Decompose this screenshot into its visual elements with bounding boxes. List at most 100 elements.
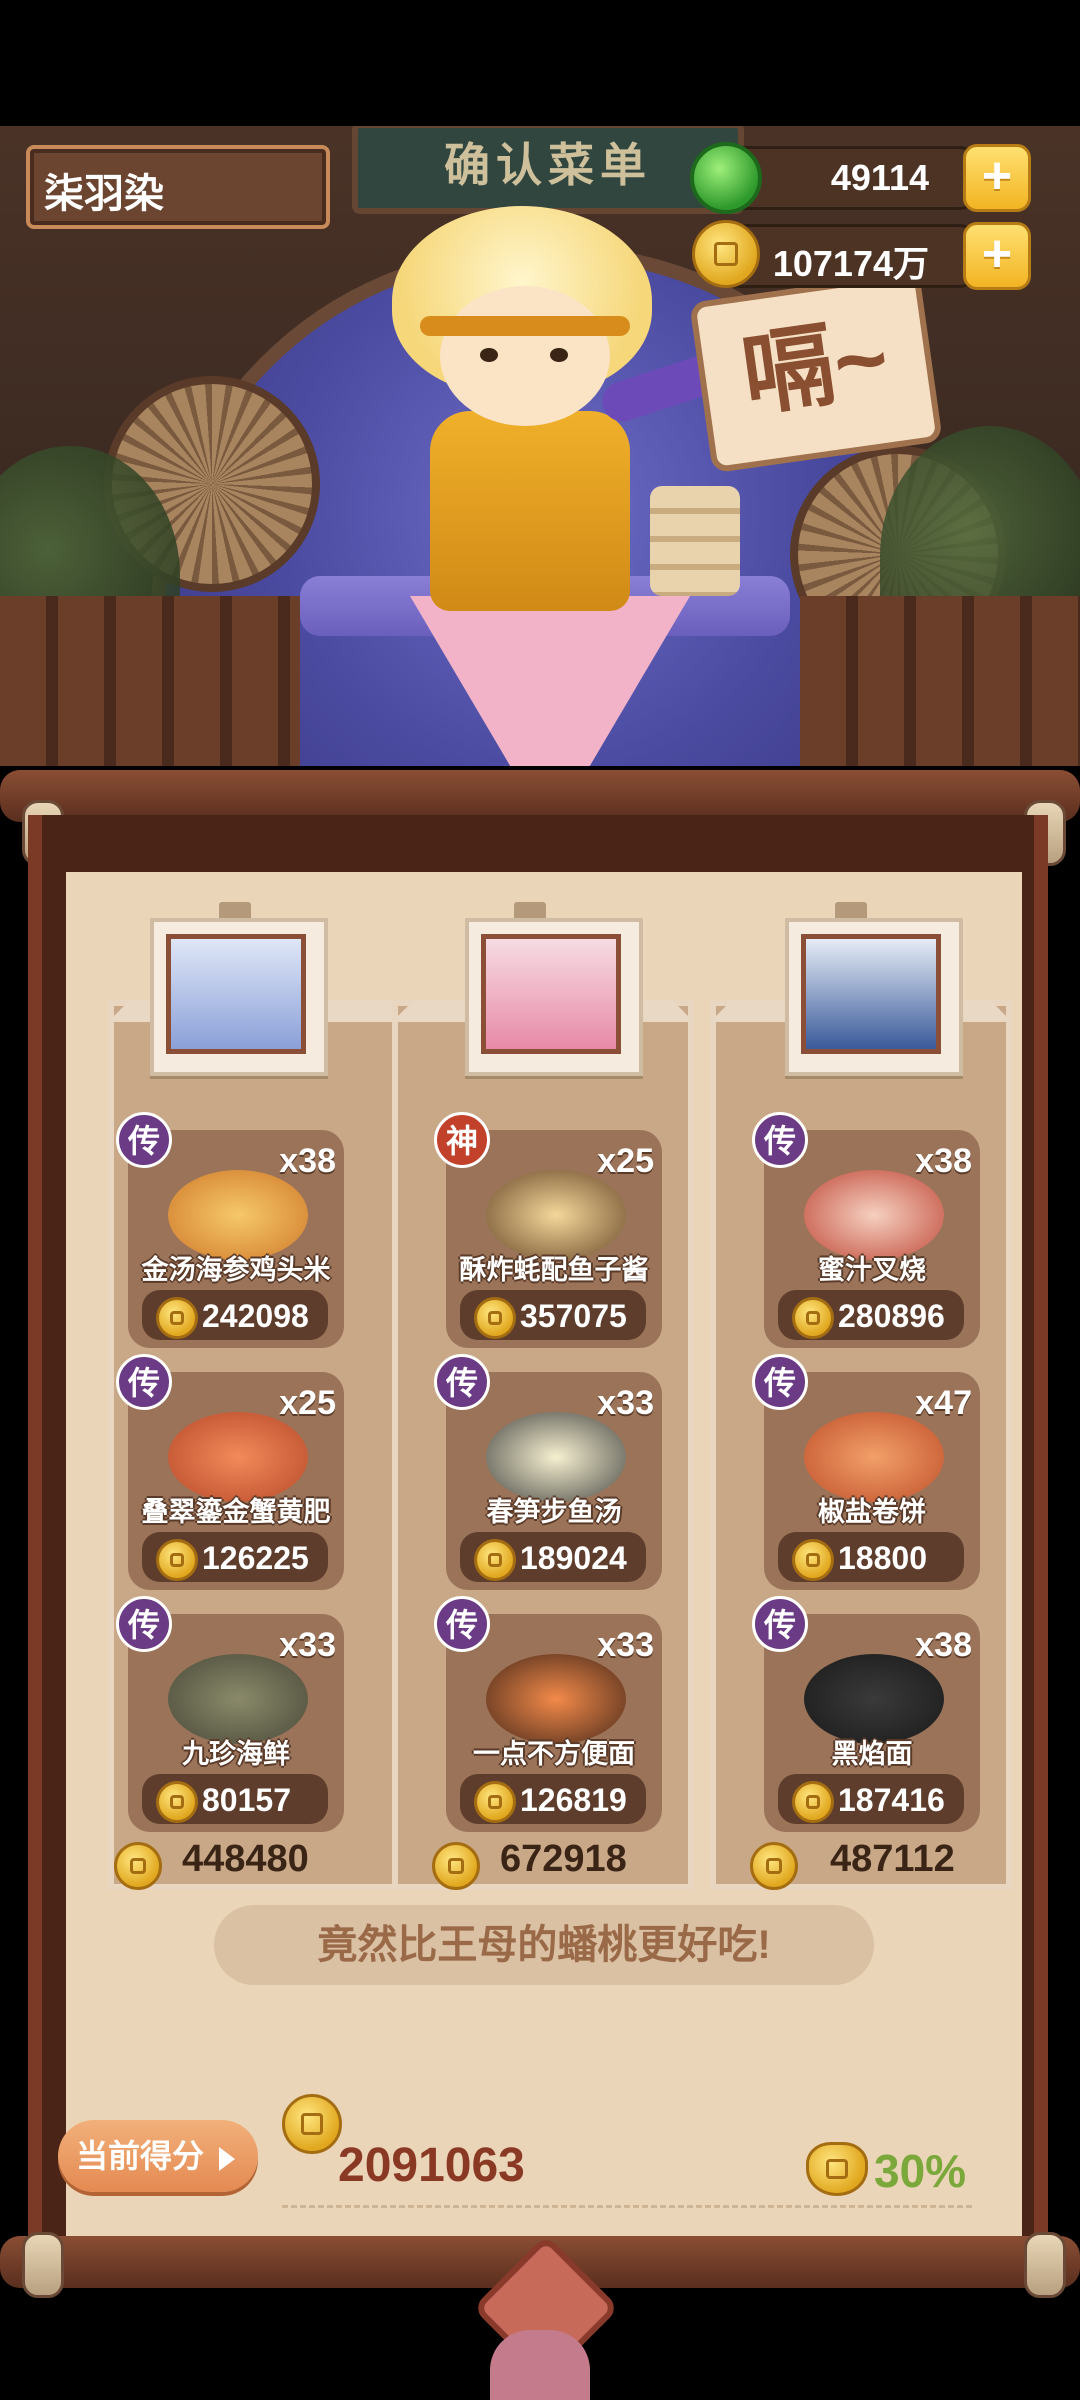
character-eye-left (480, 348, 498, 362)
character-robe (430, 411, 630, 611)
tassel-decoration (490, 2330, 590, 2400)
dish-count: x38 (915, 1626, 972, 1664)
dish-count: x33 (279, 1626, 336, 1664)
dish-name: 一点不方便面 (473, 1739, 635, 1769)
coin-icon (282, 2094, 342, 2154)
coin-icon (474, 1781, 516, 1823)
dish-price-bar: 280896 (778, 1290, 964, 1340)
guest-comment: 竟然比王母的蟠桃更好吃! (214, 1905, 874, 1985)
rarity-badge: 传 (752, 1112, 808, 1168)
dish-price: 18800 (838, 1540, 927, 1576)
current-score-value: 2091063 (338, 2139, 525, 2192)
dish-count: x33 (597, 1384, 654, 1422)
dish-image (804, 1170, 944, 1260)
dish-price-bar: 126225 (142, 1532, 328, 1582)
dish-count: x47 (915, 1384, 972, 1422)
rarity-badge: 传 (434, 1596, 490, 1652)
character-eye-right (550, 348, 568, 362)
dish-price-bar: 126819 (460, 1774, 646, 1824)
arrow-right-icon (218, 2146, 235, 2171)
coin-icon (474, 1297, 516, 1339)
coin-icon (114, 1842, 162, 1890)
coin-icon (750, 1842, 798, 1890)
add-jade-button[interactable]: + (963, 144, 1031, 212)
rarity-badge: 传 (752, 1354, 808, 1410)
dish-count: x38 (915, 1142, 972, 1180)
dish-image (168, 1412, 308, 1502)
rarity-badge: 传 (434, 1354, 490, 1410)
fence-right (800, 596, 1080, 766)
speech-bubble: 嗝~ (689, 270, 943, 474)
dish-name: 九珍海鲜 (182, 1739, 290, 1769)
dish-name: 蜜汁叉烧 (818, 1255, 926, 1285)
dish-image (804, 1654, 944, 1744)
dish-count: x25 (279, 1384, 336, 1422)
rod-cap-left (22, 2232, 64, 2298)
stacked-bowls (650, 486, 740, 596)
dish-price: 126225 (202, 1540, 309, 1576)
dish-price-bar: 80157 (142, 1774, 328, 1824)
column-total: 448480 (182, 1838, 309, 1880)
column-total: 672918 (500, 1838, 627, 1880)
dish-image (486, 1654, 626, 1744)
coin-icon (792, 1297, 834, 1339)
guest-portrait-2[interactable] (465, 918, 643, 1076)
plus-icon: + (981, 147, 1013, 205)
coin-amount: 107174万 (772, 243, 929, 284)
dish-name: 椒盐卷饼 (818, 1497, 926, 1527)
coin-icon (692, 220, 760, 288)
character-headband (420, 316, 630, 336)
column-total: 487112 (830, 1838, 955, 1880)
player-name: 柒羽染 (44, 172, 164, 216)
dish-price-bar: 18800 (778, 1532, 964, 1582)
dish-price: 189024 (520, 1540, 627, 1576)
rarity-badge: 传 (116, 1112, 172, 1168)
rarity-badge: 神 (434, 1112, 490, 1168)
dish-count: x33 (597, 1626, 654, 1664)
divider (282, 2205, 972, 2208)
dish-price: 80157 (202, 1782, 291, 1818)
coin-icon (156, 1297, 198, 1339)
jade-amount: 49114 (830, 157, 929, 198)
dish-price: 187416 (838, 1782, 945, 1818)
dish-name: 酥炸蚝配鱼子酱 (459, 1255, 649, 1285)
dish-image (168, 1170, 308, 1260)
dish-count: x25 (597, 1142, 654, 1180)
menu-sign: 确认菜单 (352, 126, 744, 214)
coin-icon (156, 1539, 198, 1581)
bonus-percent: 30% (874, 2145, 967, 2197)
rarity-badge: 传 (116, 1354, 172, 1410)
dish-price-bar: 357075 (460, 1290, 646, 1340)
jade-icon (690, 142, 762, 214)
dish-name: 叠翠鎏金蟹黄肥 (141, 1497, 331, 1527)
add-coins-button[interactable]: + (963, 222, 1031, 290)
dish-count: x38 (279, 1142, 336, 1180)
pouch-icon (806, 2142, 868, 2196)
coin-icon (792, 1781, 834, 1823)
dish-image (486, 1170, 626, 1260)
fence-left (0, 596, 300, 766)
coin-icon (474, 1539, 516, 1581)
dish-price: 357075 (520, 1298, 627, 1334)
coin-icon (432, 1842, 480, 1890)
dish-price: 126819 (520, 1782, 627, 1818)
dish-price-bar: 242098 (142, 1290, 328, 1340)
rarity-badge: 传 (116, 1596, 172, 1652)
dish-name: 春笋步鱼汤 (486, 1497, 622, 1527)
dish-image (804, 1412, 944, 1502)
coin-icon (792, 1539, 834, 1581)
player-name-box[interactable]: 柒羽染 (26, 145, 330, 229)
plus-icon: + (981, 225, 1013, 283)
dish-image (168, 1654, 308, 1744)
dish-image (486, 1412, 626, 1502)
guest-avatar-2 (481, 934, 621, 1054)
dish-price-bar: 187416 (778, 1774, 964, 1824)
guest-avatar-3 (801, 934, 941, 1054)
dish-price-bar: 189024 (460, 1532, 646, 1582)
dish-name: 金汤海参鸡头米 (141, 1255, 331, 1285)
rarity-badge: 传 (752, 1596, 808, 1652)
guest-avatar-1 (166, 934, 306, 1054)
guest-portrait-1[interactable] (150, 918, 328, 1076)
dish-name: 黑焰面 (831, 1739, 913, 1769)
guest-portrait-3[interactable] (785, 918, 963, 1076)
